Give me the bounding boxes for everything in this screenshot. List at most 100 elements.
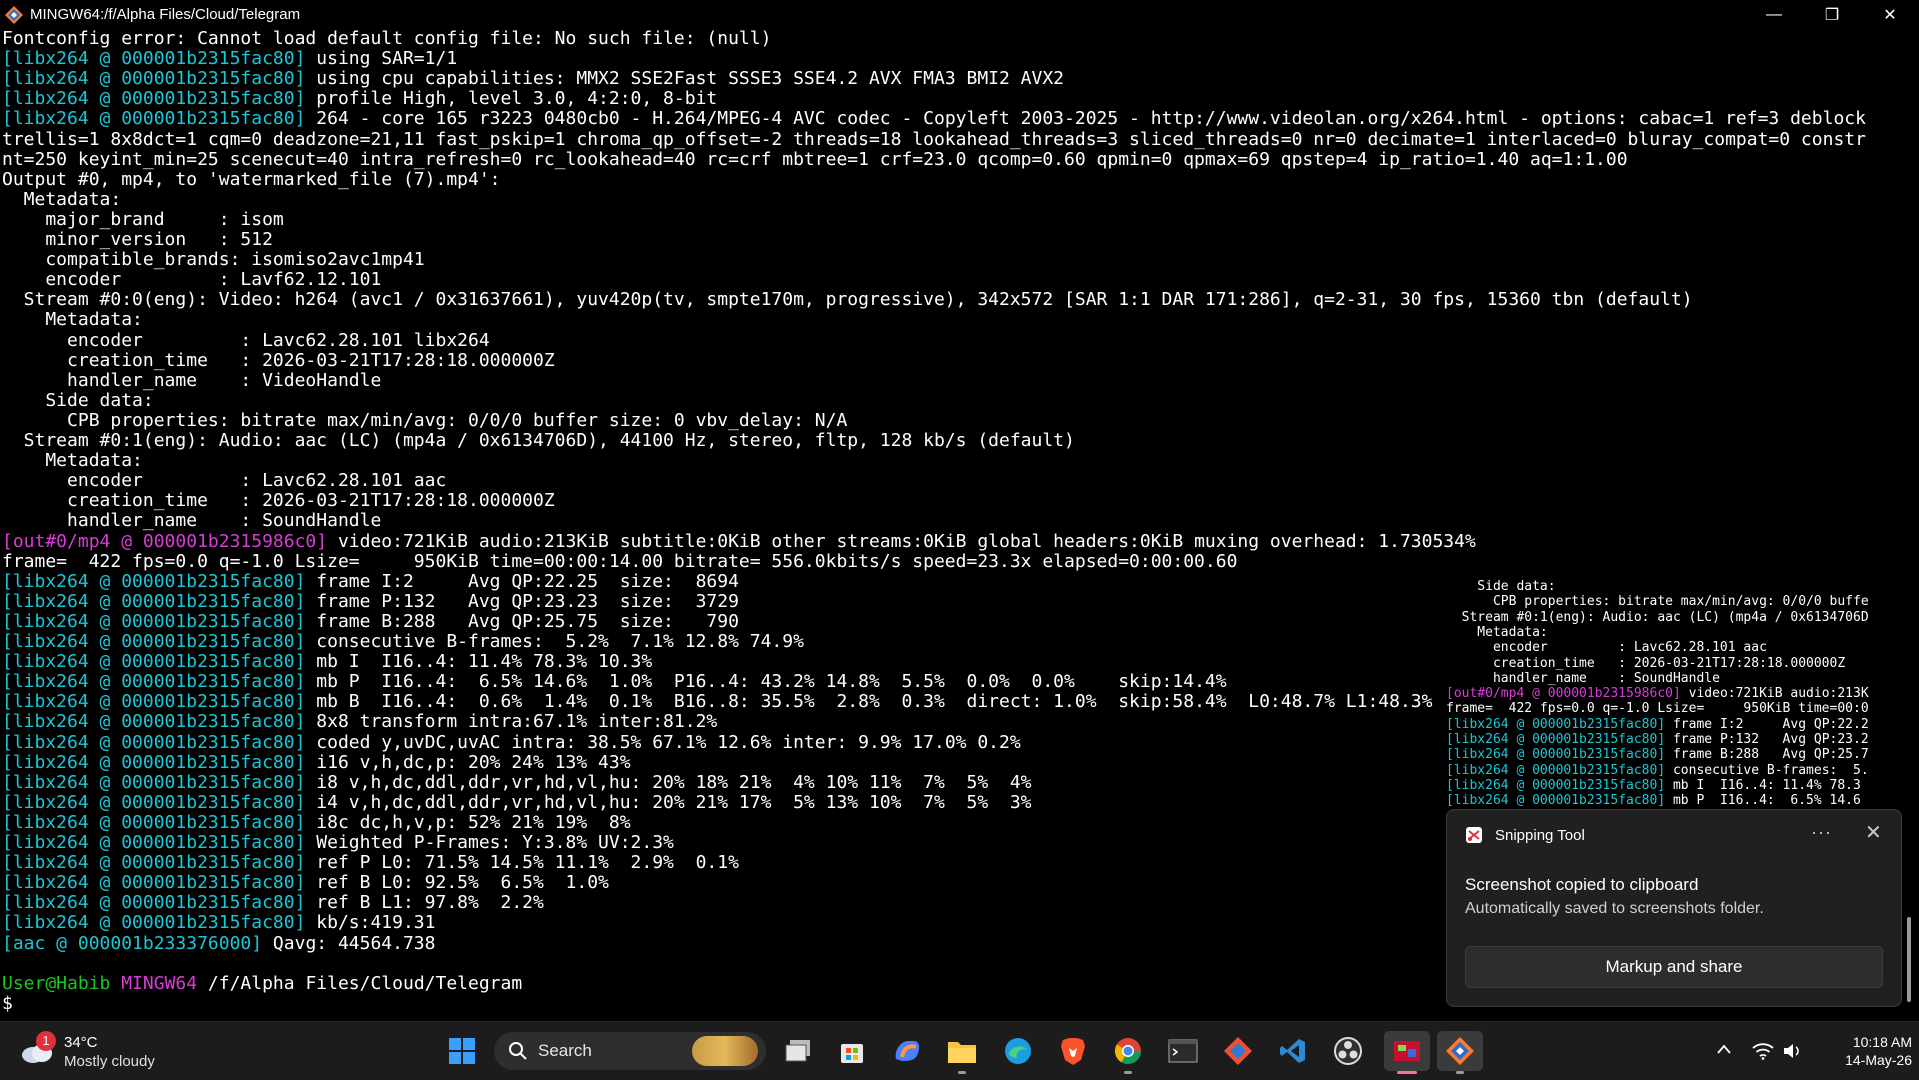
text-segment: frame B:288 Avg QP:25.75 size: 790 <box>305 610 739 632</box>
text-segment: mb B I16..4: 0.6% 1.4% 0.1% B16..8: 35.5… <box>305 691 1433 713</box>
window-title: MINGW64:/f/Alpha Files/Cloud/Telegram <box>30 6 301 23</box>
terminal-line: [libx264 @ 000001b2315fac80] coded y,uvD… <box>2 732 1021 753</box>
taskbar-git[interactable] <box>1218 1031 1258 1071</box>
system-clock[interactable]: 10:18 AM 14-May-26 <box>1820 1033 1912 1069</box>
terminal-line: [libx264 @ 000001b2315fac80] i8 v,h,dc,d… <box>2 772 1032 793</box>
taskbar-copilot[interactable] <box>887 1031 927 1071</box>
wifi-icon[interactable] <box>1752 1042 1774 1060</box>
text-segment: nt=250 keyint_min=25 scenecut=40 intra_r… <box>2 148 1628 170</box>
close-button[interactable]: ✕ <box>1861 0 1919 29</box>
task-view-icon <box>785 1040 810 1062</box>
terminal-line: [libx264 @ 000001b2315fac80] Weighted P-… <box>2 833 674 853</box>
terminal-line: [libx264 @ 000001b2315fac80] i4 v,h,dc,d… <box>2 792 1032 813</box>
snipping-tool-notification[interactable]: Snipping Tool ··· ✕ Screenshot copied to… <box>1446 809 1902 1007</box>
taskbar-active-app[interactable] <box>1384 1031 1430 1074</box>
taskbar-search[interactable]: Search <box>494 1032 766 1070</box>
text-segment: trellis=1 8x8dct=1 cqm=0 deadzone=21,11 … <box>2 128 1866 150</box>
start-button[interactable] <box>442 1031 482 1071</box>
terminal-line: [libx264 @ 000001b2315fac80] frame I:2 A… <box>2 571 739 592</box>
text-segment: Fontconfig error: Cannot load default co… <box>2 29 772 49</box>
running-indicator <box>1456 1071 1464 1074</box>
text-segment: /f/Alpha Files/Cloud/Telegram <box>197 972 523 994</box>
taskbar-obs[interactable] <box>1328 1031 1368 1071</box>
preview-line: Metadata: <box>1446 625 1547 640</box>
text-segment: Stream #0:0(eng): Video: h264 (avc1 / 0x… <box>2 289 1693 311</box>
taskbar-edge[interactable] <box>998 1031 1038 1071</box>
taskbar-vscode[interactable] <box>1273 1031 1313 1071</box>
volume-icon[interactable] <box>1782 1042 1802 1060</box>
terminal-line: [libx264 @ 000001b2315fac80] frame P:132… <box>2 590 739 612</box>
terminal-scrollbar[interactable] <box>1907 917 1911 1002</box>
text-segment: [libx264 @ 000001b2315fac80] <box>2 108 306 130</box>
text-segment: ref B L1: 97.8% 2.2% <box>305 892 544 914</box>
text-segment: [libx264 @ 000001b2315fac80] <box>2 912 306 934</box>
terminal-line: [libx264 @ 000001b2315fac80] mb I I16..4… <box>2 652 652 672</box>
terminal-line: frame= 422 fps=0.0 q=-1.0 Lsize= 950KiB … <box>2 550 1238 572</box>
chevron-up-icon[interactable] <box>1716 1043 1732 1055</box>
terminal-line: [libx264 @ 000001b2315fac80] mb P I16..4… <box>2 672 1227 692</box>
text-segment: CPB properties: bitrate max/min/avg: 0/0… <box>1446 594 1869 610</box>
text-segment: [libx264 @ 000001b2315fac80] <box>2 691 306 713</box>
text-segment: handler_name : SoundHandle <box>2 510 382 532</box>
text-segment: creation_time : 2026-03-21T17:28:18.0000… <box>2 349 555 371</box>
text-segment: frame= 422 fps=0.0 q=-1.0 Lsize= 950KiB … <box>2 550 1238 572</box>
terminal-line: creation_time : 2026-03-21T17:28:18.0000… <box>2 491 555 511</box>
text-segment: [aac @ 000001b233376000] <box>2 932 263 954</box>
markup-and-share-button[interactable]: Markup and share <box>1465 946 1883 988</box>
taskbar-brave[interactable] <box>1053 1031 1093 1071</box>
text-segment: [libx264 @ 000001b2315fac80] <box>2 852 306 874</box>
taskbar-git-bash[interactable] <box>1437 1031 1483 1074</box>
copilot-icon <box>895 1041 920 1061</box>
terminal-line: [libx264 @ 000001b2315fac80] 8x8 transfo… <box>2 712 717 732</box>
terminal-line: minor_version : 512 <box>2 230 273 250</box>
taskbar-terminal[interactable] <box>1163 1031 1203 1071</box>
text-segment: encoder : Lavc62.28.101 aac <box>1446 640 1767 656</box>
weather-widget[interactable]: 1 34°C Mostly cloudy <box>20 1030 180 1072</box>
terminal-line: [libx264 @ 000001b2315fac80] i16 v,h,dc,… <box>2 752 631 773</box>
terminal-line: encoder : Lavc62.28.101 aac <box>2 471 446 491</box>
taskbar-chrome[interactable] <box>1108 1031 1148 1074</box>
text-segment: Metadata: <box>2 188 122 210</box>
git-icon <box>1224 1037 1252 1065</box>
preview-line: Stream #0:1(eng): Audio: aac (LC) (mp4a … <box>1446 610 1869 625</box>
brave-icon <box>1061 1038 1085 1065</box>
text-segment: $ <box>2 992 13 1014</box>
preview-line: encoder : Lavc62.28.101 aac <box>1446 640 1767 655</box>
minimize-button[interactable]: — <box>1745 0 1803 29</box>
text-segment: using cpu capabilities: MMX2 SSE2Fast SS… <box>305 68 1065 90</box>
text-segment: [libx264 @ 000001b2315fac80] <box>2 48 306 70</box>
terminal-line: [libx264 @ 000001b2315fac80] using SAR=1… <box>2 49 457 69</box>
terminal-line: encoder : Lavf62.12.101 <box>2 270 381 290</box>
text-segment: [libx264 @ 000001b2315fac80] <box>2 610 306 632</box>
taskbar-store[interactable] <box>832 1031 872 1071</box>
file-explorer-icon <box>948 1042 976 1063</box>
text-segment: consecutive B-frames: 5. <box>1665 762 1869 778</box>
text-segment: Output #0, mp4, to 'watermarked_file (7)… <box>2 168 501 190</box>
git-bash-icon <box>1446 1037 1474 1065</box>
running-indicator <box>1124 1071 1132 1074</box>
text-segment: mb P I16..4: 6.5% 14.6% 1.0% P16..4: 43.… <box>305 671 1227 693</box>
terminal-line: Side data: <box>2 390 153 411</box>
more-options-button[interactable]: ··· <box>1811 822 1832 843</box>
text-segment: Metadata: <box>2 309 143 331</box>
terminal-line: [libx264 @ 000001b2315fac80] kb/s:419.31 <box>2 913 435 933</box>
text-segment: MINGW64 <box>121 972 198 994</box>
text-segment: compatible_brands: isomiso2avc1mp41 <box>2 249 425 271</box>
notification-heading: Screenshot copied to clipboard <box>1465 875 1699 894</box>
text-segment: [libx264 @ 000001b2315fac80] <box>2 711 306 733</box>
preview-line: CPB properties: bitrate max/min/avg: 0/0… <box>1446 594 1869 609</box>
terminal-line: handler_name : VideoHandle <box>2 370 381 391</box>
restore-button[interactable]: ❐ <box>1803 0 1861 29</box>
weather-badge: 1 <box>36 1031 56 1051</box>
text-segment: using SAR=1/1 <box>305 48 458 70</box>
notification-close-button[interactable]: ✕ <box>1865 820 1882 845</box>
taskbar-file-explorer[interactable] <box>942 1031 982 1074</box>
terminal-line: nt=250 keyint_min=25 scenecut=40 intra_r… <box>2 148 1628 170</box>
text-segment: ref B L0: 92.5% 6.5% 1.0% <box>305 872 609 894</box>
text-segment: [libx264 @ 000001b2315fac80] <box>2 590 306 612</box>
taskbar-task-view[interactable] <box>778 1031 818 1071</box>
text-segment: [libx264 @ 000001b2315fac80] <box>1446 762 1666 778</box>
window-titlebar[interactable]: MINGW64:/f/Alpha Files/Cloud/Telegram — … <box>0 0 1919 29</box>
screenshot-preview[interactable]: Side data: CPB properties: bitrate max/m… <box>1446 579 1900 809</box>
preview-line: creation_time : 2026-03-21T17:28:18.0000… <box>1446 656 1845 671</box>
